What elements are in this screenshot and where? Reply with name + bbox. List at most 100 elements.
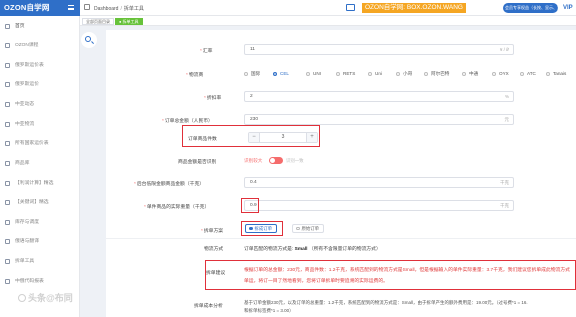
sidebar-toggle-icon[interactable] — [84, 4, 90, 10]
decrement-button[interactable]: − — [249, 133, 260, 142]
truck-icon — [5, 63, 10, 68]
item-count-label: 订单商品件数 — [188, 137, 217, 142]
calculator-icon — [5, 181, 10, 186]
sidebar-item-label: 拆单工具 — [15, 259, 35, 264]
shipping-method-value: Small — [294, 247, 308, 252]
discount-input[interactable]: 2 % — [244, 91, 514, 102]
sidebar-item-course[interactable]: OZON课程 — [0, 41, 80, 50]
split-plan-option[interactable]: 原始订单 — [292, 224, 325, 233]
sidebar-item-ru-rates[interactable]: 俄罗斯运价 — [0, 80, 80, 89]
breadcrumb-item-dashboard[interactable]: Dashboard — [94, 6, 118, 12]
sidebar-item-profit[interactable]: 【利润计算】精选 — [0, 179, 80, 188]
sidebar-item-label: 中亚物流 — [15, 122, 35, 127]
discount-label: *折扣率 — [204, 96, 222, 101]
cost-analysis-line-1: 基于订单金额230元，以及订单的总重量：1.2千克，系统匹配到的物流方式是：Sm… — [244, 300, 528, 305]
cost-analysis-label: 拆单成本分析 — [194, 304, 223, 309]
item-weight-input[interactable]: 0.9 千克 — [244, 200, 514, 211]
sidebar: 首页 OZON课程 俄罗斯运价表 俄罗斯运价 中亚动态 中亚物流 所有国家运价表… — [0, 16, 80, 317]
carrier-option[interactable]: ATC — [520, 71, 536, 76]
split-plan-option-selected[interactable]: 拆成订单 — [245, 224, 278, 233]
sidebar-item-keywords[interactable]: 【关键词】精选 — [0, 198, 80, 207]
monitor-icon[interactable] — [346, 4, 355, 11]
watermark: 头条@布同 — [18, 291, 82, 303]
sidebar-item-label: 首页 — [15, 24, 25, 29]
sidebar-item-products[interactable]: 商品库 — [0, 159, 80, 168]
sidebar-item-central-asia-news[interactable]: 中亚动态 — [0, 100, 80, 109]
carrier-option[interactable]: 中通 — [462, 71, 478, 77]
amount-detect-toggle[interactable] — [269, 157, 283, 164]
sidebar-item-label: 俄语与翻译 — [15, 239, 39, 244]
cost-analysis-line-2: 和拆单标签费*1 = 3.00） — [244, 308, 294, 313]
carrier-option[interactable]: Tanais — [546, 71, 566, 76]
carrier-option[interactable]: Uni — [368, 71, 382, 76]
home-icon — [5, 24, 10, 29]
rate-value: 11 — [250, 47, 255, 52]
sidebar-item-label: 俄罗斯运价 — [15, 82, 39, 87]
vip-badge[interactable]: VIP — [563, 3, 573, 13]
order-total-unit: 元 — [504, 117, 510, 122]
sidebar-item-home[interactable]: 首页 — [0, 22, 80, 31]
item-weight-unit: 千克 — [500, 203, 509, 208]
rate-unit: ¥ / ₽ — [499, 47, 509, 52]
site-banner[interactable]: OZON自学网: BOX.OZON.WANG — [362, 3, 466, 13]
item-count-stepper[interactable]: − 3 + — [248, 132, 318, 143]
divider — [106, 238, 576, 239]
app-logo-text: OZON自学网 — [4, 3, 50, 12]
table-icon — [5, 279, 10, 284]
sidebar-item-central-asia-logistics[interactable]: 中亚物流 — [0, 120, 80, 129]
advice-label: 拆单建议 — [206, 271, 226, 276]
sidebar-item-translation[interactable]: 俄语与翻译 — [0, 237, 80, 246]
shipping-method-result: 订单匹配的物流方式是: Small （所有不含限量订单的物流方式） — [244, 247, 381, 252]
sidebar-item-label: 商品库 — [15, 161, 30, 166]
top-bar: OZON自学网 Dashboard / 拆单工具 OZON自学网: BOX.OZON… — [0, 0, 576, 16]
carrier-option[interactable]: 阿尔巴特 — [424, 71, 449, 77]
toggle-off-text: 识别一致 — [286, 158, 304, 163]
carrier-option[interactable]: 小哥 — [396, 71, 412, 77]
sidebar-item-all-countries[interactable]: 所有国家运价表 — [0, 139, 80, 148]
box-icon — [5, 161, 10, 166]
item-weight-label: *单件商品的实际重量（千克） — [144, 205, 210, 210]
sidebar-item-label: 【利润计算】精选 — [15, 181, 54, 186]
sidebar-item-inventory[interactable]: 库存与调度 — [0, 218, 80, 227]
search-button[interactable] — [81, 32, 97, 48]
member-benefits-button[interactable]: 会员专享权益（长按、显示、复制） — [503, 3, 558, 13]
warehouse-icon — [5, 220, 10, 225]
truck-icon — [5, 122, 10, 127]
sidebar-item-label: 【关键词】精选 — [15, 200, 49, 205]
sidebar-item-ru-rates-table[interactable]: 俄罗斯运价表 — [0, 61, 80, 70]
translate-icon — [5, 239, 10, 244]
rate-input[interactable]: 11 ¥ / ₽ — [244, 44, 514, 55]
order-total-value: 230 — [250, 117, 259, 122]
split-plan-label: *拆单方案 — [201, 229, 224, 234]
app-logo[interactable]: OZON自学网 — [0, 0, 80, 16]
breadcrumb-item-current: 拆单工具 — [123, 6, 144, 12]
carrier-option[interactable]: UNI — [306, 71, 321, 76]
split-icon — [5, 259, 10, 264]
sidebar-item-label: 俄罗斯运价表 — [15, 63, 44, 68]
carrier-option[interactable]: 国际 — [244, 71, 260, 77]
rate-label: *汇率 — [200, 49, 213, 54]
discount-value: 2 — [250, 94, 253, 99]
hamburger-menu-icon[interactable] — [68, 5, 74, 10]
carrier-option-selected[interactable]: CEL — [273, 71, 289, 76]
sidebar-item-label: 中亚动态 — [15, 102, 35, 107]
platform-min-input[interactable]: 0.4 千克 — [244, 177, 514, 188]
platform-min-unit: 千克 — [500, 180, 509, 185]
carrier-option[interactable]: RETS — [336, 71, 355, 76]
truck-icon — [5, 102, 10, 107]
tab-all-pages[interactable]: 全部页面目录 — [82, 17, 114, 25]
increment-button[interactable]: + — [306, 133, 317, 142]
sidebar-item-label: 所有国家运价表 — [15, 141, 49, 146]
tab-bar: 全部页面目录 ● 拆单工具 — [80, 16, 576, 26]
order-total-input[interactable]: 230 元 — [244, 114, 514, 125]
carrier-option[interactable]: OYX — [492, 71, 509, 76]
search-icon — [85, 36, 91, 42]
advice-line-2: 单运，将订一目了然地看到，您将订单拆单时要追溯的实际运费的。 — [244, 279, 388, 284]
sidebar-item-split-tool[interactable]: 拆单工具 — [0, 257, 80, 266]
advice-line-1: 根据订单的总金额：230元，商品件数：1.2千克，系统匹配到的物流方式是Smal… — [244, 268, 570, 273]
split-tool-form: *汇率 11 ¥ / ₽ *物流商 国际 CEL UNI RETS Uni 小哥… — [106, 30, 576, 317]
sidebar-item-codes[interactable]: 中俄代码报表 — [0, 277, 80, 286]
tab-split-tool[interactable]: ● 拆单工具 — [115, 17, 143, 25]
sidebar-item-label: 中俄代码报表 — [15, 279, 44, 284]
globe-icon — [5, 141, 10, 146]
